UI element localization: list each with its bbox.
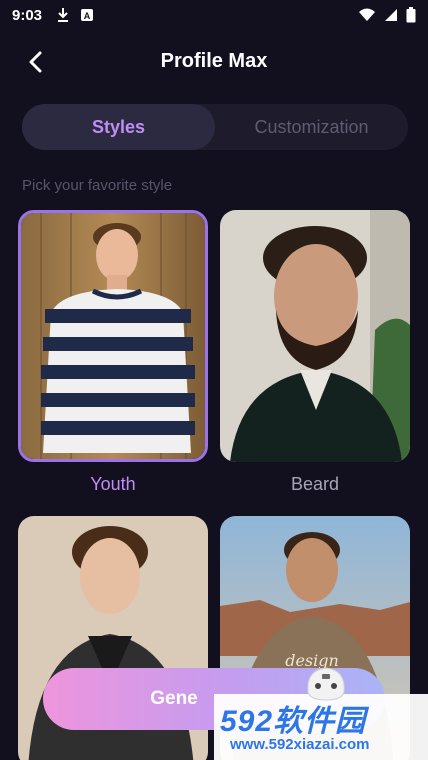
generate-button-label: Gene bbox=[150, 688, 198, 709]
app-notification-icon: A bbox=[81, 9, 94, 21]
style-image-beard bbox=[220, 210, 410, 462]
top-app-bar: Profile Max bbox=[0, 40, 428, 84]
style-card-beard[interactable]: Beard bbox=[220, 210, 410, 495]
site-watermark: 592软件园 www.592xiazai.com bbox=[214, 667, 428, 760]
style-label-beard: Beard bbox=[290, 474, 340, 494]
tab-styles[interactable]: Styles bbox=[22, 104, 215, 150]
style-label-youth: Youth bbox=[90, 474, 136, 494]
status-time: 9:03 bbox=[12, 6, 43, 24]
style-hint-text: Pick your favorite style bbox=[22, 177, 173, 194]
signal-icon bbox=[385, 9, 397, 21]
watermark-brand: 592软件园 bbox=[220, 705, 367, 738]
page-title: Profile Max bbox=[160, 50, 268, 72]
svg-text:A: A bbox=[84, 11, 91, 21]
style-tabs: Styles Customization bbox=[22, 104, 408, 150]
tab-customization[interactable]: Customization bbox=[215, 104, 408, 150]
status-bar: 9:03 A bbox=[0, 0, 428, 30]
watermark-url: www.592xiazai.com bbox=[230, 736, 370, 753]
style-image-youth bbox=[18, 210, 208, 462]
download-icon bbox=[58, 8, 69, 22]
battery-icon bbox=[406, 7, 416, 23]
style-card-youth[interactable]: Youth bbox=[18, 210, 208, 495]
wifi-icon bbox=[359, 8, 375, 21]
